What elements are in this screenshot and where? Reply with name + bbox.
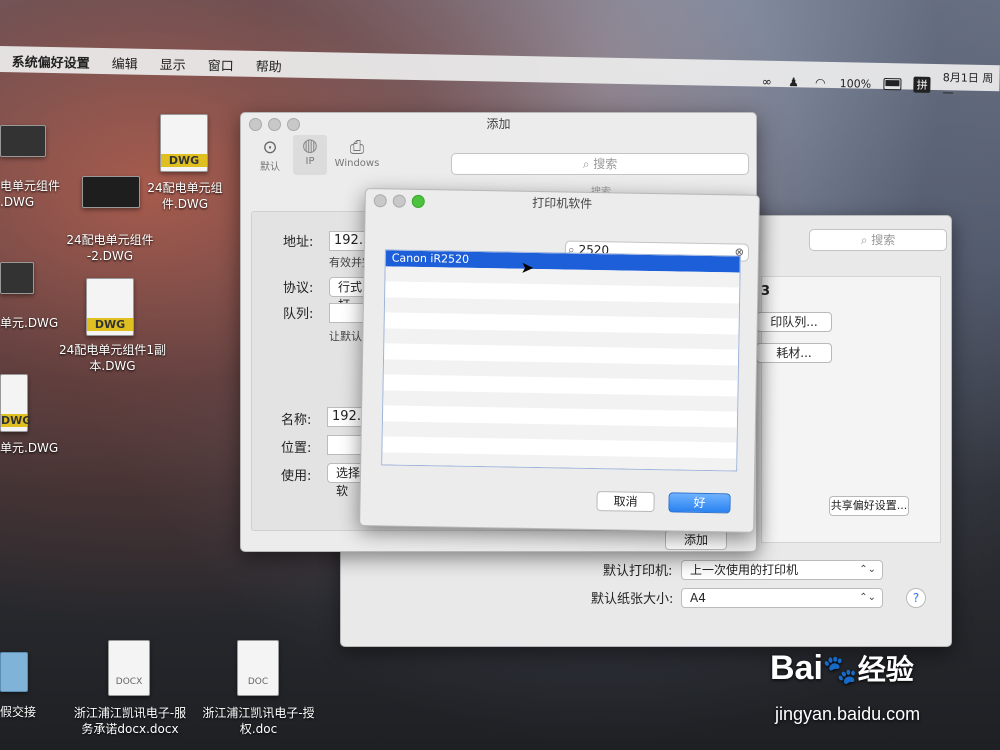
watermark-url: jingyan.baidu.com <box>775 704 921 724</box>
tab-ip-label: IP <box>305 156 315 167</box>
menu-help[interactable]: 帮助 <box>256 56 282 75</box>
dwg-tag: DWG <box>1 414 32 427</box>
dwg-file-icon[interactable]: DWG <box>86 278 134 336</box>
menu-app-name[interactable]: 系统偏好设置 <box>12 51 90 71</box>
doc-file-icon[interactable]: DOC <box>237 640 279 696</box>
clock[interactable]: 8月1日 周一 <box>942 69 999 102</box>
name-label: 名称: <box>281 413 312 428</box>
cancel-button[interactable]: 取消 <box>596 491 655 513</box>
battery-percent: 100% <box>839 76 872 91</box>
mouse-cursor-icon: ➤ <box>520 257 535 277</box>
tab-default[interactable]: ⊙ 默认 <box>255 137 285 173</box>
ime-indicator[interactable]: 拼 <box>913 76 931 93</box>
desktop-icon-label[interactable]: 单元.DWG <box>0 315 60 331</box>
watermark-brand-cn: 经验 <box>857 654 914 685</box>
doc-tag: DOC <box>247 677 269 687</box>
search-icon: ⌕ <box>860 233 868 247</box>
window-controls <box>249 118 300 131</box>
paw-icon: 🐾 <box>822 654 858 685</box>
add-window-title: 添加 <box>486 117 511 131</box>
dwg-tag: DWG <box>161 154 207 167</box>
dwg-file-icon[interactable] <box>82 176 140 208</box>
desktop-icon-label[interactable]: 电单元组件 .DWG <box>0 178 70 210</box>
dwg-file-icon[interactable]: DWG <box>0 374 32 432</box>
default-paper-size-label: 默认纸张大小: <box>591 592 674 607</box>
desktop-icon-label[interactable]: 24配电单元组件1副 本.DWG <box>55 342 170 374</box>
desktop-icon-label[interactable]: 24配电单元组 件.DWG <box>140 180 230 212</box>
use-label: 使用: <box>281 469 312 484</box>
window-controls <box>373 194 425 209</box>
open-print-queue-button[interactable]: 印队列... <box>756 312 832 332</box>
search-placeholder: 搜索 <box>871 233 896 247</box>
battery-icon[interactable] <box>883 77 902 91</box>
default-printer-value: 上一次使用的打印机 <box>690 563 799 577</box>
folder-icon[interactable] <box>0 652 28 692</box>
printer-software-dialog: 打印机软件 ⌕ 2520 ⊗ Canon iR2520 ➤ 取消 好 <box>359 188 760 533</box>
docx-tag: DOCX <box>115 677 143 687</box>
docx-file-icon[interactable]: DOCX <box>108 640 150 696</box>
queue-label: 队列: <box>283 307 314 322</box>
wifi-icon[interactable]: ◠ <box>813 76 828 90</box>
chevron-updown-icon: ⌃⌄ <box>859 564 876 575</box>
globe-icon: ◍ <box>302 135 318 156</box>
ok-button[interactable]: 好 <box>668 492 731 514</box>
dwg-file-icon[interactable]: DWG <box>160 114 208 172</box>
desktop-icon-label[interactable]: 假交接 <box>0 704 50 720</box>
dwg-file-icon[interactable] <box>0 262 34 294</box>
minimize-window-icon[interactable] <box>392 194 406 208</box>
tab-windows-label: Windows <box>334 158 380 169</box>
default-printer-select[interactable]: 上一次使用的打印机 ⌃⌄ <box>681 560 883 580</box>
protocol-label: 协议: <box>283 281 314 296</box>
desktop-icon-label[interactable]: 24配电单元组件 -2.DWG <box>60 232 160 264</box>
watermark-brand: Bai <box>770 649 823 687</box>
default-printer-label: 默认打印机: <box>603 564 673 579</box>
tab-windows[interactable]: ⎙ Windows <box>333 137 381 169</box>
qq-icon[interactable]: ♟ <box>786 75 801 89</box>
dialog-titlebar: 打印机软件 <box>366 189 759 218</box>
menu-edit[interactable]: 编辑 <box>112 53 138 72</box>
desktop-icon-label[interactable]: 单元.DWG <box>0 440 70 456</box>
zoom-window-icon[interactable] <box>411 194 425 209</box>
share-preferences-button[interactable]: 共享偏好设置... <box>829 496 909 516</box>
close-window-icon[interactable] <box>249 118 262 131</box>
menu-view[interactable]: 显示 <box>160 54 186 73</box>
paper-size-value: A4 <box>690 591 706 605</box>
add-window-titlebar: 添加 <box>241 113 756 135</box>
dialog-title: 打印机软件 <box>532 195 593 211</box>
supplies-button[interactable]: 耗材... <box>756 343 832 363</box>
address-label: 地址: <box>283 235 314 250</box>
wechat-icon[interactable]: ∞ <box>759 75 774 89</box>
dwg-tag: DWG <box>87 318 133 331</box>
zoom-window-icon[interactable] <box>287 118 300 131</box>
close-window-icon[interactable] <box>373 194 387 208</box>
paper-size-select[interactable]: A4 ⌃⌄ <box>681 588 883 608</box>
location-label: 位置: <box>281 441 312 456</box>
tab-default-label: 默认 <box>260 162 280 173</box>
printer-icon: ⎙ <box>349 137 365 158</box>
prefs-search-field[interactable]: ⌕ 搜索 <box>809 229 947 251</box>
search-icon: ⌕ <box>582 157 590 171</box>
search-placeholder: 搜索 <box>593 157 618 171</box>
help-button[interactable]: ? <box>906 588 926 608</box>
dwg-file-icon[interactable] <box>0 125 46 157</box>
add-search-field[interactable]: ⌕ 搜索 <box>451 153 749 175</box>
minimize-window-icon[interactable] <box>268 118 281 131</box>
desktop-icon-label[interactable]: 浙江浦江凯讯电子-服 务承诺docx.docx <box>65 705 195 737</box>
desktop-icon-label[interactable]: 浙江浦江凯讯电子-授 权.doc <box>196 705 321 737</box>
add-printer-button[interactable]: 添加 <box>665 530 727 550</box>
default-printer-icon: ⊙ <box>262 137 278 158</box>
baidu-watermark-logo: Bai🐾经验 <box>770 648 914 688</box>
tab-ip[interactable]: ◍ IP <box>293 135 327 175</box>
printer-name-partial: 3 <box>761 284 771 299</box>
printer-software-list[interactable]: Canon iR2520 <box>381 249 741 472</box>
chevron-updown-icon: ⌃⌄ <box>859 592 876 603</box>
menu-window[interactable]: 窗口 <box>208 55 234 74</box>
